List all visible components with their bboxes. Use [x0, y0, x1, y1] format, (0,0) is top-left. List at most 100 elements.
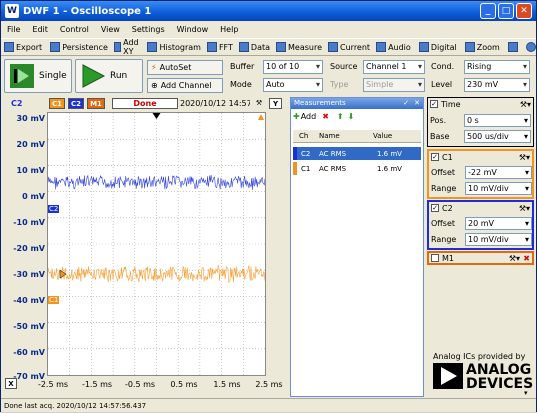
axis-channel-label: C2: [11, 99, 23, 108]
c2-offset-input[interactable]: 20 mV: [465, 217, 532, 230]
table-row[interactable]: C2 AC RMS 1.6 mV: [293, 147, 421, 160]
chip-c2[interactable]: C2: [68, 98, 84, 109]
chip-m1[interactable]: M1: [87, 98, 105, 109]
row-name: AC RMS: [319, 164, 347, 173]
y-button[interactable]: Y: [269, 98, 282, 109]
x-tick: -0.5 ms: [124, 380, 156, 389]
toolbar-fft[interactable]: FFT: [206, 42, 233, 52]
c1-offset-label: Offset: [431, 168, 456, 177]
c2-offset-label: Offset: [431, 219, 456, 228]
add-measurement-button[interactable]: Add: [301, 112, 317, 121]
mode-select[interactable]: Auto: [263, 78, 323, 92]
chip-c1[interactable]: C1: [49, 98, 65, 109]
close-button[interactable]: ✕: [516, 3, 532, 19]
toolbar-options[interactable]: [507, 42, 520, 52]
m1-title: M1: [442, 253, 454, 263]
source-select[interactable]: Channel 1: [363, 60, 425, 74]
run-button[interactable]: Run: [75, 59, 143, 93]
toolbar-zoom[interactable]: Zoom: [464, 42, 500, 52]
menu-window[interactable]: Window: [177, 25, 209, 34]
zoom-icon: [464, 42, 475, 52]
menu-view[interactable]: View: [101, 25, 120, 34]
scroll-down-icon[interactable]: ▾: [524, 389, 534, 397]
move-up-icon[interactable]: ⬆: [337, 112, 344, 121]
settings-icon[interactable]: ⚒▾: [509, 254, 520, 263]
toolbar-current[interactable]: Current: [328, 42, 370, 52]
export-icon: [4, 42, 14, 52]
toolbar-current-label: Current: [340, 42, 371, 52]
x-button[interactable]: X: [5, 378, 17, 389]
plot-canvas[interactable]: C2 C1: [47, 112, 266, 376]
c1-offset-input[interactable]: -22 mV: [465, 166, 532, 179]
toolbar-data[interactable]: Data: [238, 42, 270, 52]
menu-file[interactable]: File: [7, 25, 20, 34]
title-bar: W DWF 1 - Oscilloscope 1 _ □ ✕: [1, 1, 536, 21]
pos-input[interactable]: 0 s: [464, 114, 531, 127]
x-tick: 2.5 ms: [255, 380, 283, 389]
maximize-button[interactable]: □: [498, 3, 514, 19]
base-select[interactable]: 500 us/div: [464, 130, 531, 143]
y-tick: 20 mV: [16, 140, 45, 149]
c2-range-select[interactable]: 10 mV/div: [465, 233, 532, 246]
c2-checkbox[interactable]: ✓: [431, 204, 439, 212]
mode-label: Mode: [230, 80, 252, 89]
toolbar-add-xy-label: Add XY: [123, 38, 139, 56]
toolbar-persistence[interactable]: Persistence: [50, 42, 108, 52]
toolbar-audio[interactable]: Audio: [376, 42, 411, 52]
c1-checkbox[interactable]: ✓: [431, 153, 439, 161]
buffer-select[interactable]: 10 of 10: [263, 60, 323, 74]
toolbar-digital[interactable]: Digital: [418, 42, 457, 52]
toolbar-export[interactable]: Export: [4, 42, 42, 52]
menu-settings[interactable]: Settings: [132, 25, 165, 34]
menu-edit[interactable]: Edit: [32, 25, 48, 34]
pin-icon[interactable]: ✓: [403, 98, 409, 109]
source-label: Source: [330, 62, 358, 71]
toolbar-histogram-label: Histogram: [159, 42, 201, 52]
delete-icon[interactable]: ✖: [322, 112, 329, 121]
close-icon[interactable]: ✕: [414, 98, 420, 109]
toolbar-histogram[interactable]: Histogram: [147, 42, 201, 52]
m1-checkbox[interactable]: [431, 254, 439, 262]
data-icon: [238, 42, 249, 52]
toolbar-measure[interactable]: Measure: [276, 42, 322, 52]
histogram-icon: [147, 42, 158, 52]
single-button[interactable]: Single: [4, 59, 72, 93]
buffer-label: Buffer: [230, 62, 255, 71]
settings-icon[interactable]: ⚒▾: [519, 153, 530, 162]
level-label: Level: [431, 80, 453, 89]
status-bar: Done last acq. 2020/10/12 14:57:56.437: [1, 398, 536, 412]
add-channel-icon: ⊕: [151, 81, 158, 90]
menu-control[interactable]: Control: [60, 25, 89, 34]
c1-range-select[interactable]: 10 mV/div: [465, 182, 532, 195]
add-channel-button[interactable]: ⊕ Add Channel: [147, 78, 223, 93]
m1-header: M1 ⚒▾ ✖: [429, 253, 532, 263]
toolbar-help[interactable]: [525, 42, 537, 52]
delete-icon[interactable]: ✖: [523, 254, 530, 263]
menu-help[interactable]: Help: [220, 25, 238, 34]
table-row[interactable]: C1 AC RMS 1.6 mV: [293, 162, 421, 175]
plot-svg: [48, 113, 265, 375]
cond-select[interactable]: Rising: [464, 60, 530, 74]
settings-icon[interactable]: ⚒▾: [520, 100, 531, 109]
c1-trace: [48, 265, 265, 283]
autoset-icon: ⚡: [151, 63, 157, 72]
add-icon[interactable]: ✚: [293, 112, 300, 121]
toolbar-add-xy[interactable]: Add XY: [113, 38, 142, 56]
x-tick: -2.5 ms: [37, 380, 69, 389]
settings-icon[interactable]: ⚒▾: [519, 204, 530, 213]
minimize-button[interactable]: _: [480, 3, 496, 19]
move-down-icon[interactable]: ⬇: [348, 112, 355, 121]
c2-panel: ✓C2 ⚒▾ Offset 20 mV Range 10 mV/div: [427, 200, 534, 250]
autoset-button[interactable]: ⚡ AutoSet: [147, 60, 223, 75]
x-tick: 0.5 ms: [170, 380, 198, 389]
col-name: Name: [319, 132, 340, 140]
app-icon: W: [5, 4, 19, 18]
level-input[interactable]: 230 mV: [464, 78, 530, 92]
time-checkbox[interactable]: ✓: [430, 100, 438, 108]
y-tick: -10 mV: [13, 218, 45, 227]
toolbar-measure-label: Measure: [288, 42, 323, 52]
trigger-level-marker: [258, 114, 264, 120]
time-title: Time: [441, 99, 461, 109]
state-badge: Done: [112, 98, 178, 109]
tools-icon[interactable]: ⚒: [254, 98, 264, 109]
